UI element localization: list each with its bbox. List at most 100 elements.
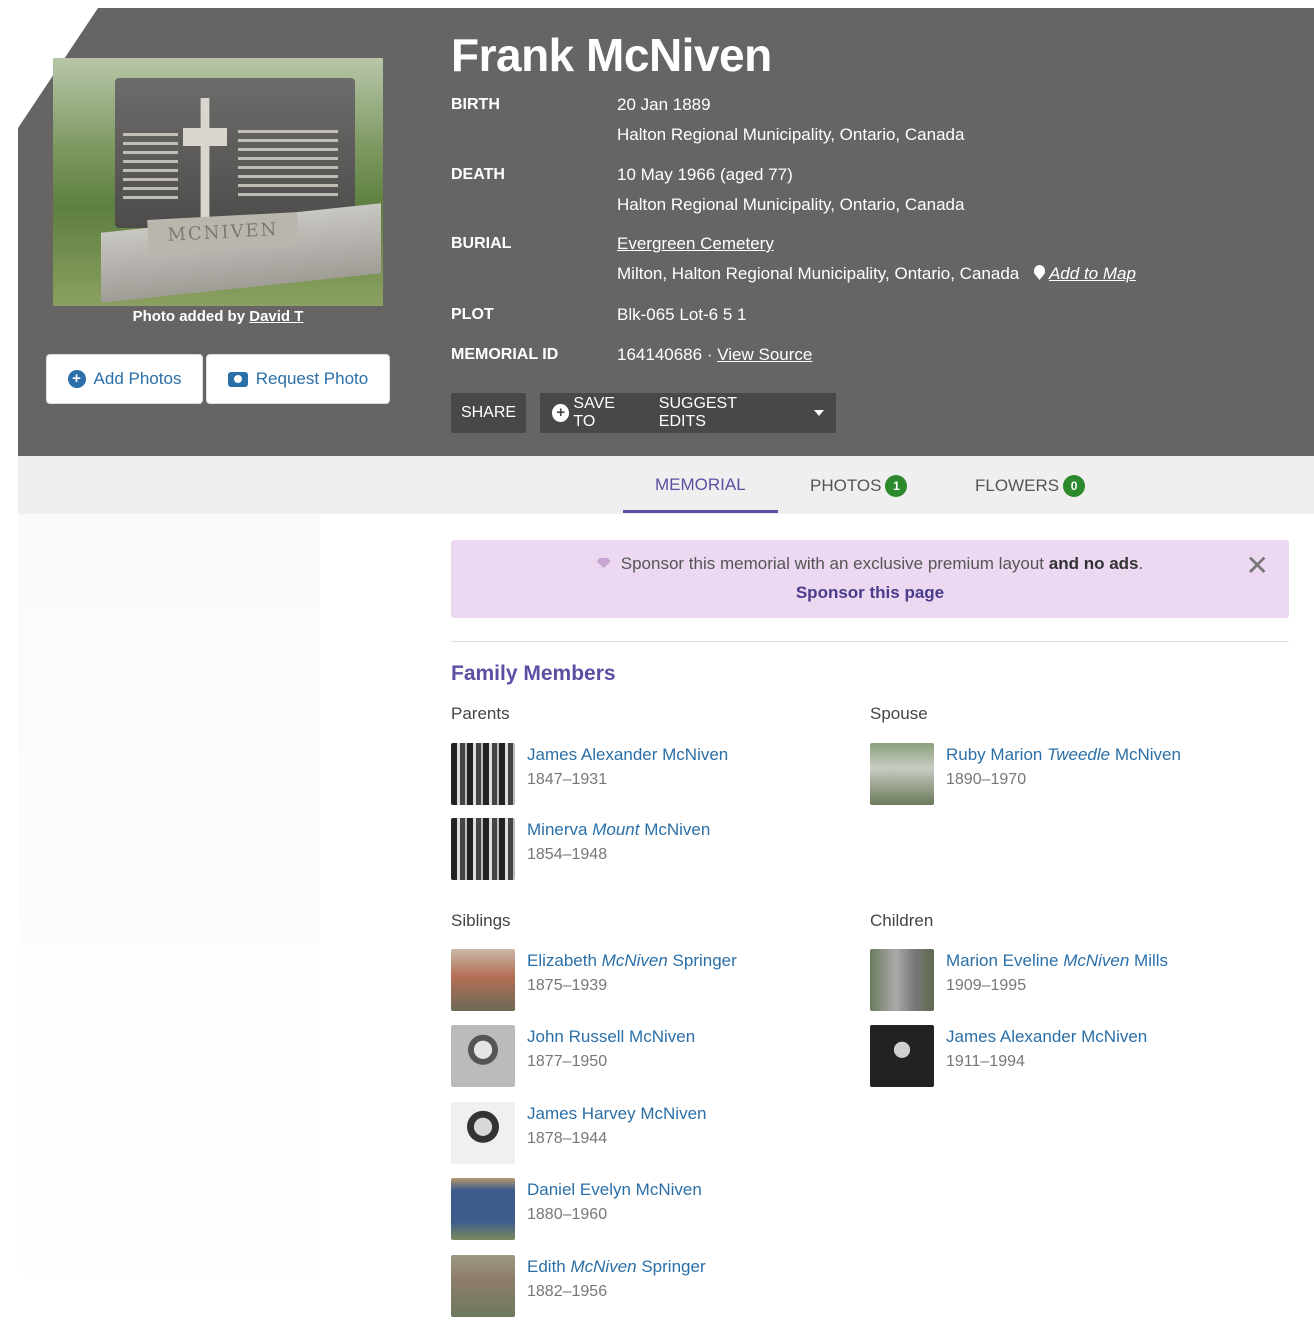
family-member-child-1[interactable]: Marion Eveline McNiven Mills 1909–1995	[870, 949, 1168, 1011]
member-dates: 1890–1970	[946, 771, 1027, 788]
family-member-sibling-2[interactable]: John Russell McNiven 1877–1950	[451, 1025, 695, 1087]
cemetery-link[interactable]: Evergreen Cemetery	[617, 234, 774, 253]
plot-value: Blk-065 Lot-6 5 1	[617, 305, 747, 324]
sponsor-banner: Sponsor this memorial with an exclusive …	[451, 540, 1289, 618]
photo-credit-user-link[interactable]: David T	[249, 308, 303, 325]
memorial-id-value: 164140686 · View Source	[617, 340, 812, 370]
member-photo	[451, 743, 515, 805]
left-column	[18, 514, 320, 1322]
family-member-spouse-1[interactable]: Ruby Marion Tweedle McNiven 1890–1970	[870, 743, 1181, 805]
sponsor-bold-text: and no ads	[1048, 554, 1139, 573]
close-icon[interactable]: ✕	[1246, 552, 1269, 580]
death-value: 10 May 1966 (aged 77) Halton Regional Mu…	[617, 160, 964, 220]
memorial-id-label: MEMORIAL ID	[451, 346, 559, 363]
member-photo	[451, 1025, 515, 1087]
burial-value: Evergreen Cemetery Milton, Halton Region…	[617, 229, 1136, 289]
member-photo	[451, 818, 515, 880]
plot-label: PLOT	[451, 306, 494, 323]
member-dates: 1882–1956	[527, 1283, 608, 1300]
member-dates: 1875–1939	[527, 977, 608, 994]
member-name[interactable]: Edith McNiven Springer	[527, 1255, 706, 1279]
member-photo	[451, 1255, 515, 1317]
request-photo-label: Request Photo	[255, 369, 369, 388]
death-date: 10 May 1966 (aged 77)	[617, 165, 793, 184]
memorial-id: 164140686 ·	[617, 345, 713, 364]
member-photo	[870, 743, 934, 805]
tab-memorial-label: MEMORIAL	[655, 475, 746, 494]
family-member-sibling-5[interactable]: Edith McNiven Springer 1882–1956	[451, 1255, 706, 1317]
death-label: DEATH	[451, 166, 505, 183]
member-name[interactable]: Elizabeth McNiven Springer	[527, 949, 737, 973]
family-member-sibling-3[interactable]: James Harvey McNiven 1878–1944	[451, 1102, 707, 1164]
family-member-sibling-1[interactable]: Elizabeth McNiven Springer 1875–1939	[451, 949, 737, 1011]
inscription-left	[123, 133, 178, 203]
headstone-photo[interactable]: MCNIVEN	[53, 58, 383, 306]
member-photo	[870, 949, 934, 1011]
plus-circle-icon: +	[67, 370, 86, 388]
parents-heading: Parents	[451, 704, 510, 723]
burial-place: Milton, Halton Regional Municipality, On…	[617, 264, 1020, 283]
tab-memorial[interactable]: MEMORIAL	[655, 475, 746, 495]
photo-credit-prefix: Photo added by	[132, 308, 246, 325]
birth-label: BIRTH	[451, 96, 500, 113]
save-to-button[interactable]: SAVE TO	[573, 395, 638, 431]
family-member-parent-1[interactable]: James Alexander McNiven 1847–1931	[451, 743, 728, 805]
member-photo	[870, 1025, 934, 1087]
member-name[interactable]: James Alexander McNiven	[527, 743, 728, 767]
tab-flowers[interactable]: FLOWERS 0	[975, 475, 1086, 497]
member-dates: 1909–1995	[946, 977, 1027, 994]
family-member-sibling-4[interactable]: Daniel Evelyn McNiven 1880–1960	[451, 1178, 702, 1240]
member-dates: 1847–1931	[527, 771, 608, 788]
member-name[interactable]: Daniel Evelyn McNiven	[527, 1178, 702, 1202]
member-name[interactable]: Marion Eveline McNiven Mills	[946, 949, 1168, 973]
member-photo	[451, 949, 515, 1011]
add-photos-label: Add Photos	[93, 369, 182, 388]
request-photo-button[interactable]: Request Photo	[206, 354, 390, 404]
family-members-heading: Family Members	[451, 662, 616, 685]
divider	[451, 641, 1289, 642]
sponsor-message: Sponsor this memorial with an exclusive …	[451, 554, 1289, 574]
suggest-edits-button[interactable]: SUGGEST EDITS	[659, 395, 784, 431]
add-to-map-label: Add to Map	[1048, 264, 1136, 283]
tab-photos-label: PHOTOS	[810, 476, 882, 495]
person-name: Frank McNiven	[451, 29, 772, 81]
add-to-map-link[interactable]: Add to Map	[1033, 264, 1136, 283]
member-dates: 1880–1960	[527, 1206, 608, 1223]
family-member-child-2[interactable]: James Alexander McNiven 1911–1994	[870, 1025, 1147, 1087]
siblings-heading: Siblings	[451, 911, 511, 930]
member-dates: 1911–1994	[946, 1053, 1025, 1070]
flowers-count-badge: 0	[1063, 475, 1086, 497]
add-photos-button[interactable]: + Add Photos	[46, 354, 203, 404]
map-pin-icon	[1033, 265, 1045, 280]
member-photo	[451, 1102, 515, 1164]
camera-icon	[227, 371, 248, 387]
chevron-down-icon[interactable]	[814, 410, 824, 416]
member-name[interactable]: John Russell McNiven	[527, 1025, 695, 1049]
gem-icon	[596, 558, 611, 568]
inscription-right	[238, 130, 338, 200]
action-button-group: + SAVE TO SUGGEST EDITS	[540, 393, 836, 433]
birth-date: 20 Jan 1889	[617, 95, 711, 114]
member-name[interactable]: Ruby Marion Tweedle McNiven	[946, 743, 1181, 767]
member-dates: 1877–1950	[527, 1053, 608, 1070]
death-place: Halton Regional Municipality, Ontario, C…	[617, 195, 965, 214]
sponsor-text: Sponsor this memorial with an exclusive …	[620, 554, 1045, 573]
photo-credit: Photo added by David T	[53, 308, 383, 325]
sponsor-this-page-link[interactable]: Sponsor this page	[451, 583, 1289, 603]
tab-photos[interactable]: PHOTOS 1	[810, 475, 908, 497]
photos-count-badge: 1	[885, 475, 908, 497]
children-heading: Children	[870, 911, 934, 930]
family-member-parent-2[interactable]: Minerva Mount McNiven 1854–1948	[451, 818, 710, 880]
view-source-link[interactable]: View Source	[717, 345, 812, 364]
burial-label: BURIAL	[451, 235, 512, 252]
member-name[interactable]: Minerva Mount McNiven	[527, 818, 710, 842]
member-name[interactable]: James Alexander McNiven	[946, 1025, 1147, 1049]
sponsor-period: .	[1138, 554, 1144, 573]
member-dates: 1878–1944	[527, 1130, 608, 1147]
tab-flowers-label: FLOWERS	[975, 476, 1060, 495]
memorial-page: MCNIVEN Photo added by David T + Add Pho…	[0, 0, 1314, 1322]
birth-place: Halton Regional Municipality, Ontario, C…	[617, 125, 965, 144]
share-button[interactable]: SHARE	[451, 393, 526, 433]
spouse-heading: Spouse	[870, 704, 928, 723]
member-name[interactable]: James Harvey McNiven	[527, 1102, 707, 1126]
